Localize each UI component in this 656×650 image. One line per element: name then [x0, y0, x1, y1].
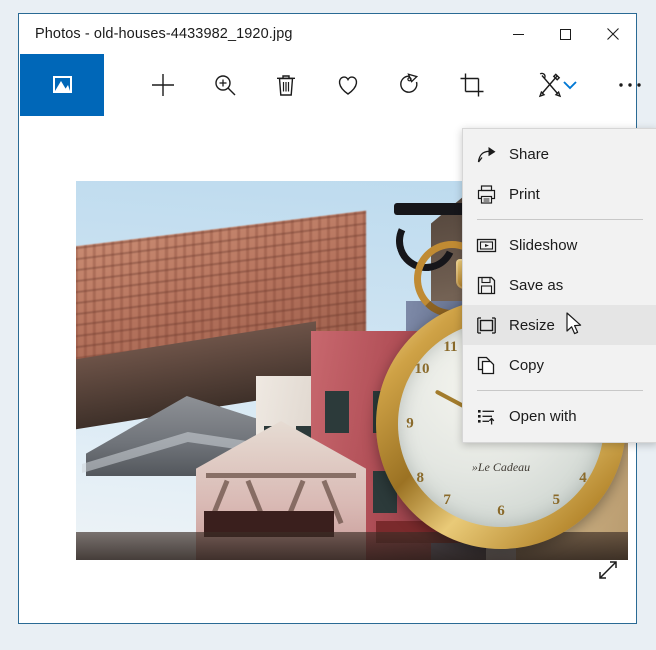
more-options-icon — [619, 83, 641, 87]
toolbar-item-more[interactable] — [604, 54, 656, 116]
clock-numeral: 5 — [552, 492, 561, 508]
menu-item-label: Share — [509, 145, 550, 163]
menu-item-share[interactable]: Share — [463, 134, 656, 174]
menu-item-resize[interactable]: Resize — [463, 305, 656, 345]
crop-icon — [460, 73, 484, 97]
toolbar — [19, 54, 641, 116]
clock-numeral: 11 — [443, 339, 458, 355]
menu-item-slideshow[interactable]: Slideshow — [463, 225, 656, 265]
add-icon — [152, 74, 174, 96]
clock-numeral: 10 — [414, 361, 430, 377]
desktop-background: Photos - old-houses-4433982_1920.jpg 4 5… — [0, 0, 656, 650]
menu-item-open-with[interactable]: Open with — [463, 396, 656, 436]
clock-numeral: 6 — [497, 503, 505, 519]
open-with-icon — [463, 406, 509, 427]
menu-divider — [477, 390, 643, 391]
toolbar-item-zoom[interactable] — [199, 54, 251, 116]
close-icon — [606, 28, 619, 40]
clock-numeral: 9 — [406, 415, 414, 432]
menu-divider — [477, 219, 643, 220]
menu-item-save-as[interactable]: Save as — [463, 265, 656, 305]
menu-item-label: Copy — [509, 356, 545, 374]
clock-motto: »Le Cadeau — [471, 460, 531, 474]
toolbar-item-favorite[interactable] — [322, 54, 374, 116]
photos-window: Photos - old-houses-4433982_1920.jpg 4 5… — [18, 13, 656, 624]
toolbar-item-collection[interactable] — [20, 54, 104, 116]
print-icon — [463, 184, 509, 205]
clock-numeral: 7 — [443, 492, 451, 508]
title-bar: Photos - old-houses-4433982_1920.jpg — [19, 14, 636, 54]
delete-icon — [277, 75, 295, 96]
resize-icon — [463, 315, 509, 336]
edit-create-chevron-button[interactable] — [559, 54, 581, 116]
slideshow-icon — [463, 235, 509, 256]
close-button[interactable] — [589, 14, 636, 54]
toolbar-item-delete[interactable] — [260, 54, 312, 116]
chevron-down-icon — [563, 81, 577, 90]
menu-item-label: Save as — [509, 276, 564, 294]
toolbar-item-add[interactable] — [137, 54, 189, 116]
toolbar-item-crop[interactable] — [446, 54, 498, 116]
zoom-in-icon — [215, 75, 236, 96]
menu-item-label: Slideshow — [509, 236, 578, 254]
menu-item-print[interactable]: Print — [463, 174, 656, 214]
menu-item-label: Resize — [509, 316, 555, 334]
window-title: Photos - old-houses-4433982_1920.jpg — [35, 26, 293, 42]
maximize-button[interactable] — [542, 14, 589, 54]
save-icon — [463, 275, 509, 296]
window-controls — [495, 14, 636, 54]
favorite-heart-icon — [338, 76, 358, 95]
copy-icon — [463, 355, 509, 376]
expand-diagonal-icon — [599, 561, 617, 579]
rotate-icon — [400, 73, 419, 93]
minimize-button[interactable] — [495, 14, 542, 54]
photo-collection-icon — [53, 76, 72, 93]
maximize-icon — [560, 28, 571, 40]
menu-item-label: Open with — [509, 407, 577, 425]
expand-button[interactable] — [595, 557, 621, 583]
toolbar-item-rotate[interactable] — [384, 54, 436, 116]
more-options-menu: Share Print Slideshow Save as Resize Cop… — [462, 128, 656, 443]
menu-item-copy[interactable]: Copy — [463, 345, 656, 385]
menu-item-label: Print — [509, 185, 540, 203]
share-icon — [463, 144, 509, 165]
minimize-icon — [513, 33, 524, 35]
